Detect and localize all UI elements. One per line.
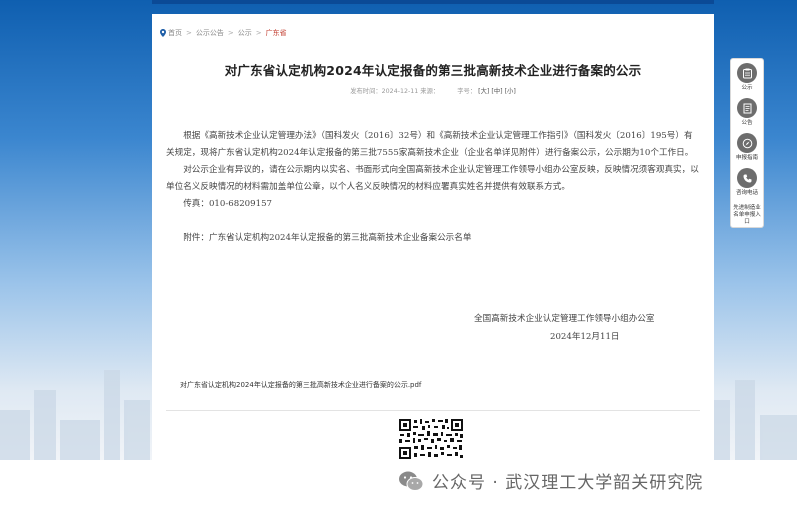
phone-icon bbox=[737, 168, 757, 188]
sidebar-item-label: 公示 bbox=[741, 85, 753, 91]
font-size-medium-link[interactable]: [中] bbox=[491, 88, 502, 95]
font-size-label: 字号： bbox=[457, 88, 477, 95]
divider bbox=[166, 410, 700, 411]
breadcrumb-home[interactable]: 首页 bbox=[168, 28, 182, 38]
breadcrumb-separator: > bbox=[227, 29, 234, 37]
header-strip bbox=[152, 0, 714, 4]
sidebar-item-guide[interactable]: 申报指南 bbox=[732, 133, 762, 162]
signature-org: 全国高新技术企业认定管理工作领导小组办公室 bbox=[474, 314, 655, 324]
attachment-pdf-link[interactable]: 对广东省认定机构2024年认定报备的第三批高新技术企业进行备案的公示.pdf bbox=[180, 380, 421, 390]
article-meta: 发布时间：2024-12-11 来源： 字号： [大] [中] [小] bbox=[152, 86, 714, 95]
qr-code bbox=[398, 418, 464, 460]
breadcrumb-current[interactable]: 广东省 bbox=[266, 28, 287, 38]
document-icon bbox=[737, 98, 757, 118]
watermark-text: 公众号 · 武汉理工大学韶关研究院 bbox=[432, 473, 704, 493]
fax-line: 传真：010-68209157 bbox=[183, 199, 273, 209]
attachment-line: 附件：广东省认定机构2024年认定报备的第三批高新技术企业备案公示名单 bbox=[183, 233, 472, 243]
sidebar-item-announcement[interactable]: 公告 bbox=[732, 98, 762, 127]
breadcrumb-separator: > bbox=[255, 29, 262, 37]
sidebar-item-label: 公告 bbox=[741, 120, 753, 126]
clipboard-icon bbox=[737, 63, 757, 83]
wechat-watermark: 公众号 · 武汉理工大学韶关研究院 bbox=[398, 468, 703, 493]
publish-time: 发布时间：2024-12-11 bbox=[350, 88, 419, 95]
paragraph-objection: 对公示企业有异议的，请在公示期内以实名、书面形式向全国高新技术企业认定管理工作领… bbox=[166, 165, 699, 192]
article-body: 根据《高新技术企业认定管理办法》（国科发火〔2016〕32号）和《高新技术企业认… bbox=[166, 128, 700, 247]
wechat-icon bbox=[399, 471, 424, 491]
sidebar-item-label: 申报指南 bbox=[735, 155, 758, 161]
page-title: 对广东省认定机构2024年认定报备的第三批高新技术企业进行备案的公示 bbox=[224, 63, 642, 78]
font-size-large-link[interactable]: [大] bbox=[478, 88, 489, 95]
breadcrumb: 首页 > 公示公告 > 公示 > 广东省 bbox=[160, 28, 287, 38]
floating-sidebar: 公示 公告 申报指南 咨询电话 先进制造业名单申报入口 bbox=[730, 58, 764, 228]
breadcrumb-notices[interactable]: 公示公告 bbox=[196, 28, 224, 38]
font-size-small-link[interactable]: [小] bbox=[505, 88, 516, 95]
paragraph-basis: 根据《高新技术企业认定管理办法》（国科发火〔2016〕32号）和《高新技术企业认… bbox=[166, 131, 694, 158]
article-panel: 首页 > 公示公告 > 公示 > 广东省 对广东省认定机构2024年认定报备的第… bbox=[152, 14, 714, 460]
compass-icon bbox=[737, 133, 757, 153]
sidebar-item-label: 先进制造业名单申报入口 bbox=[733, 205, 761, 225]
source: 来源： bbox=[420, 88, 440, 95]
sidebar-item-advanced-manufacturing[interactable]: 先进制造业名单申报入口 bbox=[732, 203, 762, 226]
breadcrumb-publicity[interactable]: 公示 bbox=[238, 28, 252, 38]
location-pin-icon bbox=[160, 29, 166, 37]
sidebar-item-label: 咨询电话 bbox=[735, 190, 758, 196]
sidebar-item-publicity[interactable]: 公示 bbox=[732, 63, 762, 92]
breadcrumb-separator: > bbox=[186, 29, 192, 37]
sidebar-item-phone[interactable]: 咨询电话 bbox=[732, 168, 762, 197]
signature-date: 2024年12月11日 bbox=[550, 332, 620, 342]
